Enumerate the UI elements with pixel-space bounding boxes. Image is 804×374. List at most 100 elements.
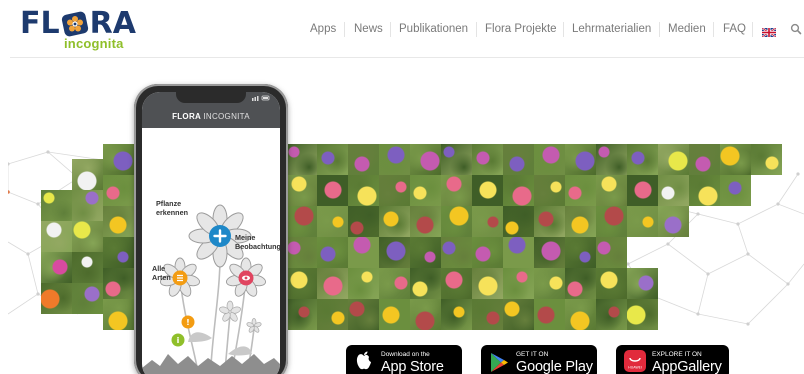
label-my-observations[interactable]: Meine Beobachtungen (235, 233, 280, 251)
app-store-big-text: App Store (381, 359, 444, 374)
plant-photo-tile (379, 175, 410, 206)
plant-photo-tile (410, 299, 441, 330)
label-observations-line2: Beobachtungen (235, 242, 280, 251)
phone-screen: FLORA INCOGNITA ! i Pflanze erkennen Mei… (142, 92, 280, 374)
google-play-small-text: GET IT ON (516, 351, 549, 358)
plant-photo-tile (441, 144, 472, 175)
plant-photo-tile (627, 299, 658, 330)
plant-photo-tile (348, 206, 379, 237)
flora-incognita-logo[interactable]: FL RA incognita (20, 7, 140, 53)
plant-photo-tile (627, 144, 658, 175)
plant-photo-tile (410, 175, 441, 206)
plant-photo-tile (317, 175, 348, 206)
app-gallery-badge[interactable]: HUAWEI EXPLORE IT ON AppGallery (616, 345, 729, 374)
plant-photo-tile (379, 206, 410, 237)
plant-photo-tile (41, 283, 72, 314)
plant-photo-tile (689, 175, 720, 206)
plant-photo-tile (72, 221, 103, 252)
nav-item-medien[interactable]: Medien (668, 21, 706, 37)
plant-photo-tile (103, 206, 134, 237)
plant-photo-tile (410, 268, 441, 299)
nav-divider (752, 22, 753, 37)
app-gallery-big-text: AppGallery (652, 359, 722, 374)
plant-photo-tile (103, 237, 134, 268)
plant-photo-tile (379, 144, 410, 175)
label-identify-line1: Pflanze (156, 199, 182, 208)
plant-photo-tile (751, 144, 782, 175)
uk-flag-icon[interactable] (761, 24, 777, 38)
plant-photo-tile (72, 190, 103, 221)
plant-photo-tile (472, 144, 503, 175)
plant-photo-tile (41, 221, 72, 252)
plant-photo-tile (658, 144, 689, 175)
help-bud-icon: i (171, 333, 185, 347)
app-flower-menu: ! i (142, 204, 280, 374)
plant-photo-tile (503, 144, 534, 175)
google-play-big-text: Google Play (516, 359, 593, 374)
plant-photo-tile (348, 237, 379, 268)
app-store-small-text: Download on the (381, 351, 430, 358)
plant-photo-tile (565, 237, 596, 268)
plant-photo-tile (596, 175, 627, 206)
logo-text-fl: FL (20, 6, 60, 41)
observations-flower-icon (225, 257, 267, 297)
plant-photo-tile (596, 206, 627, 237)
nav-divider (563, 22, 564, 37)
plant-photo-tile (286, 144, 317, 175)
plant-photo-tile (472, 206, 503, 237)
plant-photo-tile (441, 206, 472, 237)
nav-item-lehrmaterialien[interactable]: Lehrmaterialien (572, 21, 651, 37)
plant-photo-tile (534, 268, 565, 299)
plant-photo-tile (472, 299, 503, 330)
nav-item-flora-projekte[interactable]: Flora Projekte (485, 21, 557, 37)
app-title-thin: INCOGNITA (203, 112, 250, 121)
plant-photo-tile (317, 206, 348, 237)
app-title-bold: FLORA (172, 112, 201, 121)
label-identify-plant[interactable]: Pflanze erkennen (156, 199, 188, 217)
nav-item-news[interactable]: News (354, 21, 383, 37)
nav-item-apps[interactable]: Apps (310, 21, 336, 37)
label-species-line2: Arten (152, 273, 171, 282)
plant-photo-tile (596, 237, 627, 268)
plant-photo-tile (441, 268, 472, 299)
plant-photo-tile (72, 283, 103, 314)
plant-photo-banner (8, 144, 804, 334)
info-bud-icon: ! (181, 315, 195, 329)
plant-photo-tile (317, 237, 348, 268)
plant-photo-tile (627, 268, 658, 299)
svg-text:!: ! (186, 318, 190, 327)
plant-photo-tile (503, 206, 534, 237)
label-species-line1: Alle (152, 264, 166, 273)
plant-photo-tile (410, 206, 441, 237)
plant-photo-tile (286, 206, 317, 237)
nav-item-publikationen[interactable]: Publikationen (399, 21, 468, 37)
plant-photo-tile (72, 159, 103, 190)
nav-divider (476, 22, 477, 37)
label-all-species[interactable]: Alle Arten (152, 264, 171, 282)
plant-photo-tile (503, 175, 534, 206)
nav-divider (713, 22, 714, 37)
plant-photo-tile (441, 237, 472, 268)
plant-photo-tile (658, 175, 689, 206)
plant-photo-tile (627, 175, 658, 206)
plant-photo-tile (317, 299, 348, 330)
label-identify-line2: erkennen (156, 208, 188, 217)
plant-photo-tile (410, 237, 441, 268)
plant-photo-tile (565, 268, 596, 299)
nav-divider (344, 22, 345, 37)
plant-photo-tile (627, 206, 658, 237)
app-store-badge[interactable]: Download on the App Store (346, 345, 462, 374)
search-icon[interactable] (790, 22, 802, 35)
plant-photo-tile (534, 299, 565, 330)
plant-photo-tile (348, 299, 379, 330)
plant-photo-tile (658, 206, 689, 237)
plant-photo-tile (441, 175, 472, 206)
plant-photo-tile (379, 237, 410, 268)
google-play-badge[interactable]: GET IT ON Google Play (481, 345, 597, 374)
plant-photo-tile (565, 206, 596, 237)
app-title: FLORA INCOGNITA (142, 112, 280, 121)
logo-tagline: incognita (64, 36, 124, 51)
nav-item-faq[interactable]: FAQ (723, 21, 746, 37)
plant-photo-tile (41, 190, 72, 221)
plant-photo-tile (379, 299, 410, 330)
